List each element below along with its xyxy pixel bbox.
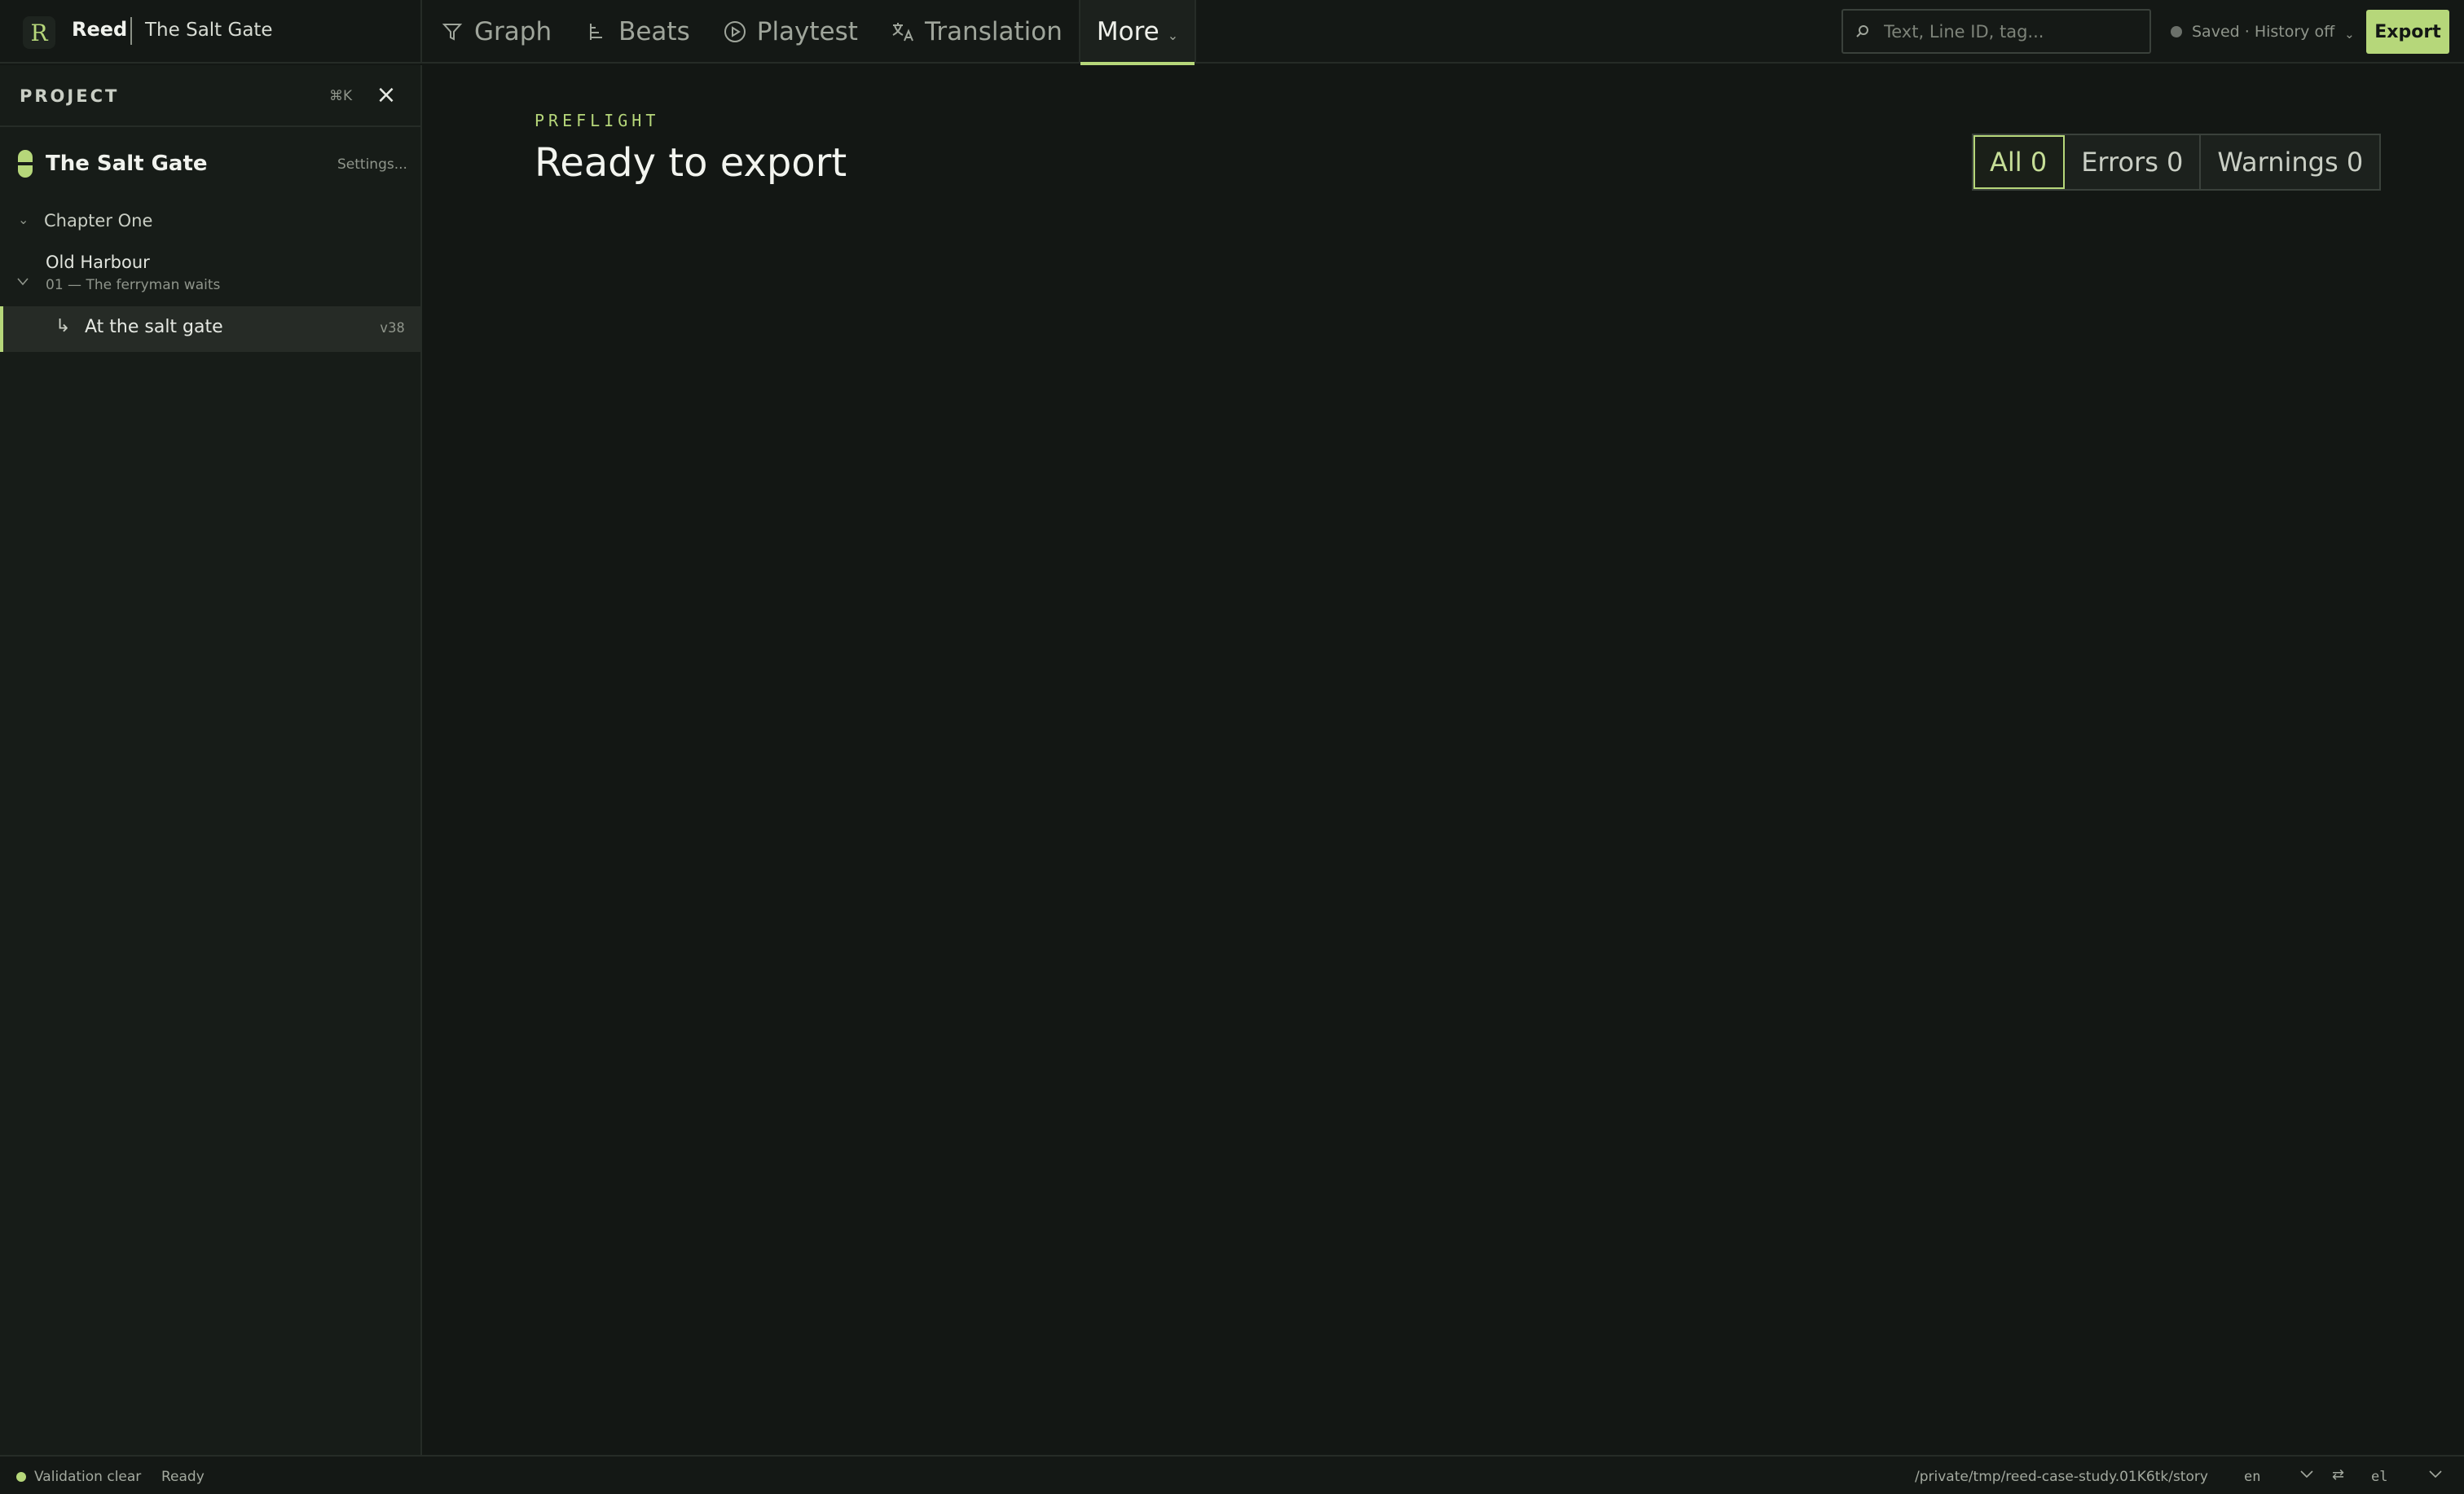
tab-beats[interactable]: Beats — [568, 0, 706, 64]
chevron-down-icon: ⌄ — [18, 212, 29, 227]
status-bar: Validation clear Ready /private/tmp/reed… — [0, 1455, 2464, 1494]
brand-divider — [130, 17, 132, 45]
settings-link[interactable]: Settings... — [337, 156, 407, 173]
translate-icon — [891, 20, 915, 44]
search-input[interactable] — [1884, 21, 2149, 42]
sidebar-title: PROJECT — [20, 86, 120, 106]
tab-playtest-label: Playtest — [756, 17, 858, 46]
shortcut-hint: ⌘K — [329, 88, 353, 104]
validation-dot-icon — [16, 1472, 26, 1482]
chevron-down-icon: ⌄ — [2344, 27, 2355, 42]
tab-translation[interactable]: Translation — [874, 0, 1079, 64]
tree-chapter[interactable]: ⌄ Chapter One — [0, 204, 420, 239]
app-window: R Reed The Salt Gate Graph Beats Playtes… — [0, 0, 2464, 1494]
save-status-text: Saved · History off — [2192, 23, 2335, 41]
return-arrow-icon: ↳ — [55, 316, 71, 336]
filter-warnings[interactable]: Warnings 0 — [2201, 135, 2380, 189]
play-circle-icon — [723, 20, 747, 44]
chevron-down-icon — [16, 274, 29, 291]
app-name: Reed — [72, 18, 128, 41]
project-path: /private/tmp/reed-case-study.01K6tk/stor… — [1915, 1469, 2208, 1485]
funnel-icon — [440, 20, 464, 44]
top-bar: R Reed The Salt Gate Graph Beats Playtes… — [0, 0, 2464, 65]
filter-all[interactable]: All 0 — [1973, 135, 2066, 189]
tab-graph-label: Graph — [474, 17, 552, 46]
tab-playtest[interactable]: Playtest — [706, 0, 874, 64]
status-dot-icon — [2171, 26, 2182, 37]
swap-icon[interactable]: ⇄ — [2332, 1466, 2344, 1483]
chevron-down-icon[interactable] — [2299, 1466, 2314, 1483]
filter-group: All 0 Errors 0 Warnings 0 — [1972, 134, 2382, 191]
tree-scene[interactable]: Old Harbour 01 — The ferryman waits — [0, 249, 420, 305]
scene-label: Old Harbour — [46, 253, 150, 272]
tab-more-label: More — [1096, 17, 1159, 46]
reed-logo-icon[interactable]: R — [23, 16, 55, 49]
page-title: Ready to export — [535, 140, 847, 186]
project-title: The Salt Gate — [46, 152, 208, 176]
close-icon[interactable]: × — [375, 81, 398, 109]
filter-errors[interactable]: Errors 0 — [2065, 135, 2202, 189]
save-status[interactable]: Saved · History off ⌄ — [2171, 21, 2355, 42]
project-sidebar: PROJECT ⌘K × The Salt Gate Settings... ⌄… — [0, 65, 422, 1455]
validation-status[interactable]: Validation clear — [34, 1469, 141, 1485]
tab-graph[interactable]: Graph — [424, 0, 568, 64]
source-language[interactable]: en — [2244, 1469, 2260, 1485]
tree-node-selected[interactable]: ↳ At the salt gate v38 — [0, 306, 420, 352]
export-button[interactable]: Export — [2366, 10, 2449, 54]
tab-beats-label: Beats — [618, 17, 690, 46]
sidebar-header: PROJECT ⌘K × — [0, 65, 420, 127]
node-label: At the salt gate — [85, 317, 223, 337]
tab-translation-label: Translation — [924, 17, 1063, 46]
project-pill-icon — [18, 150, 33, 178]
search-icon — [1856, 24, 1871, 39]
search-box[interactable] — [1841, 9, 2151, 54]
main-panel: PREFLIGHT Ready to export All 0 Errors 0… — [424, 65, 2464, 1455]
project-name: The Salt Gate — [145, 20, 273, 41]
brand-area: R Reed The Salt Gate — [0, 0, 422, 64]
tree-branch-icon — [584, 20, 609, 44]
node-version: v38 — [380, 320, 405, 336]
chevron-down-icon[interactable] — [2428, 1466, 2443, 1483]
chapter-label: Chapter One — [44, 211, 153, 231]
ready-status: Ready — [161, 1469, 205, 1485]
target-language[interactable]: el — [2371, 1469, 2387, 1485]
main-nav: Graph Beats Playtest Translation More ⌄ — [424, 0, 1197, 65]
section-eyebrow: PREFLIGHT — [535, 111, 660, 130]
chevron-down-icon: ⌄ — [1167, 27, 1179, 43]
tab-more[interactable]: More ⌄ — [1078, 0, 1197, 65]
scene-sublabel: 01 — The ferryman waits — [46, 277, 221, 293]
